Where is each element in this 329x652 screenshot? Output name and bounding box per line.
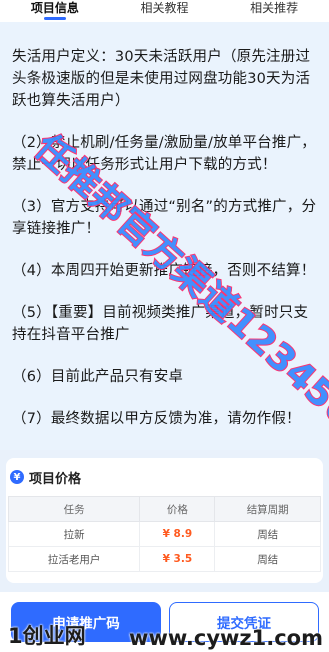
pricing-title: 项目价格	[29, 471, 82, 487]
bottom-action-bar: 申请推广码 提交凭证	[0, 592, 329, 652]
pricing-header: ¥ 项目价格	[6, 466, 323, 488]
submit-proof-button[interactable]: 提交凭证	[169, 602, 319, 642]
cycle-cell: 周结	[214, 521, 321, 547]
column-header-cycle: 结算周期	[214, 496, 321, 522]
pricing-table: 任务 价格 结算周期 拉新 ¥ 8.9 周结 拉活老用户 ¥ 3.5 周结	[7, 496, 321, 572]
table-row: 拉新 ¥ 8.9 周结	[7, 521, 321, 547]
rule-paragraph: （5）【重要】目前视频类推广渠道，暂时只支持在抖音平台推广	[12, 305, 309, 343]
table-row: 拉活老用户 ¥ 3.5 周结	[7, 546, 321, 572]
price-cell: ¥ 3.5	[139, 546, 216, 572]
rule-paragraph: （3）官方支持可以通过“别名”的方式推广，分享链接推广！	[12, 199, 317, 237]
column-header-price: 价格	[139, 496, 216, 522]
cycle-cell: 周结	[214, 546, 321, 572]
task-cell: 拉活老用户	[7, 546, 141, 572]
project-info-content: 失活用户定义：30天未活跃用户（原先注册过头条极速版的但是未使用过网盘功能30天…	[0, 22, 329, 450]
task-cell: 拉新	[7, 521, 141, 547]
rule-paragraph: （2）禁止机刷/任务量/激励量/放单平台推广，禁止一切以任务形式让用户下载的方式…	[12, 135, 316, 173]
yen-icon: ¥	[10, 470, 24, 484]
table-header-row: 任务 价格 结算周期	[7, 496, 321, 522]
tab-related-tutorials[interactable]: 相关教程	[110, 0, 220, 16]
rule-paragraph: 失活用户定义：30天未活跃用户（原先注册过头条极速版的但是未使用过网盘功能30天…	[12, 49, 311, 109]
rule-paragraph: （4）本周四开始更新推广链接，否则不结算！	[12, 263, 316, 279]
column-header-task: 任务	[7, 496, 141, 522]
rule-paragraph: （6）目前此产品只有安卓	[12, 369, 184, 385]
tab-related-recommendations[interactable]: 相关推荐	[219, 0, 329, 16]
tab-project-info[interactable]: 项目信息	[0, 0, 110, 20]
rule-paragraph: （7）最终数据以甲方反馈为准，请勿作假！	[12, 411, 301, 427]
pricing-card: ¥ 项目价格 任务 价格 结算周期 拉新 ¥ 8.9 周结 拉活老用户 ¥ 3.…	[6, 458, 323, 583]
tab-bar: 项目信息 相关教程 相关推荐	[0, 0, 329, 22]
price-cell: ¥ 8.9	[139, 521, 216, 547]
apply-promo-code-button[interactable]: 申请推广码	[11, 602, 161, 642]
